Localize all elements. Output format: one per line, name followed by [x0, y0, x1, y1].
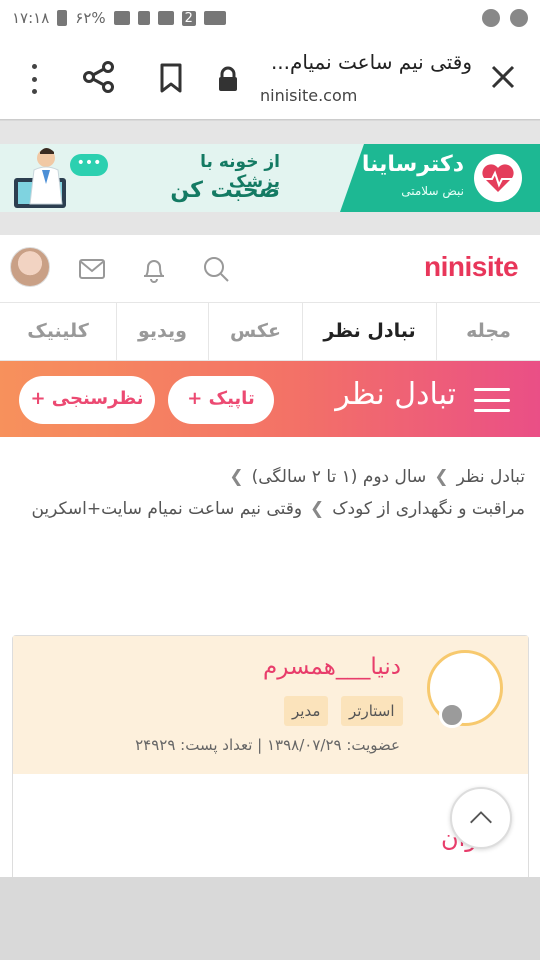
chevron-icon: ❯	[229, 467, 244, 487]
post-author-header: دنیا___همسرم استارتر مدیر عضویت: ۱۳۹۸/۰۷…	[13, 636, 528, 774]
web-page: ••• از خونه با پزشک صحبت کن دکترساینا نب…	[0, 121, 540, 877]
post-card: دنیا___همسرم استارتر مدیر عضویت: ۱۳۹۸/۰۷…	[12, 635, 529, 877]
new-poll-button[interactable]: نظرسنجی +	[19, 376, 155, 424]
battery-level: ۶۲%	[75, 9, 106, 27]
data-icon	[137, 11, 150, 25]
author-name[interactable]: دنیا___همسرم	[213, 654, 401, 680]
browser-toolbar: وقتی نیم ساعت نمیام... ninisite.com	[0, 36, 540, 120]
mute-icon	[203, 11, 226, 25]
bell-icon[interactable]	[140, 255, 168, 283]
battery-icon	[57, 10, 68, 26]
badge-starter: استارتر	[341, 696, 403, 726]
status-time: ۱۷:۱۸	[12, 9, 50, 27]
doctor-illustration-icon	[14, 148, 66, 208]
scroll-to-top-button[interactable]	[450, 787, 512, 849]
section-title: تبادل نظر	[335, 377, 456, 412]
sim-badge: 2	[181, 10, 196, 26]
breadcrumb-item[interactable]: مراقبت و نگهداری از کودک	[332, 499, 525, 519]
ad-cta-line2: صحبت کن	[170, 178, 280, 203]
chat-bubble-icon: •••	[70, 154, 108, 176]
signal-icon	[113, 11, 130, 25]
chevron-icon: ❯	[434, 467, 449, 487]
ad-brand: دکترساینا	[361, 152, 464, 177]
bookmark-icon[interactable]	[156, 62, 186, 94]
page-title[interactable]: وقتی نیم ساعت نمیام...	[258, 50, 472, 74]
search-icon[interactable]	[202, 255, 230, 283]
status-bar: ۱۷:۱۸ ۶۲% 2	[0, 0, 540, 36]
site-header: ninisite	[0, 235, 540, 303]
author-meta: عضویت: ۱۳۹۸/۰۷/۲۹ | تعداد پست: ۲۴۹۲۹	[135, 736, 400, 754]
share-icon[interactable]	[82, 60, 116, 94]
tab-clinic[interactable]: کلینیک	[0, 303, 116, 361]
tab-discussion[interactable]: تبادل نظر	[302, 303, 436, 361]
user-avatar[interactable]	[10, 247, 50, 287]
tab-magazine[interactable]: مجله	[436, 303, 540, 361]
mail-icon[interactable]	[78, 255, 106, 283]
signal-2-icon	[157, 11, 174, 25]
notification-icon	[482, 9, 500, 27]
overflow-menu-icon[interactable]	[22, 64, 46, 94]
close-icon[interactable]	[488, 62, 518, 92]
hamburger-menu-icon[interactable]	[474, 388, 510, 412]
chrome-icon	[510, 9, 528, 27]
status-dot-icon	[439, 702, 465, 728]
badge-moderator: مدیر	[284, 696, 329, 726]
section-header: تبادل نظر تاپیک + نظرسنجی +	[0, 361, 540, 437]
tab-photo[interactable]: عکس	[208, 303, 302, 361]
ad-brand-tagline: نبض سلامتی	[401, 184, 464, 198]
ad-spacer	[0, 121, 540, 144]
site-logo[interactable]: ninisite	[424, 251, 519, 283]
tab-video[interactable]: ویدیو	[116, 303, 208, 361]
breadcrumb-item[interactable]: سال دوم (۱ تا ۲ سالگی)	[252, 467, 427, 487]
bottom-blank-area	[0, 877, 540, 960]
heart-logo-icon	[474, 154, 522, 202]
breadcrumb: تبادل نظر ❯ سال دوم (۱ تا ۲ سالگی) ❯ مراقبت…	[20, 461, 525, 525]
page-domain[interactable]: ninisite.com	[260, 86, 357, 105]
ad-banner[interactable]: ••• از خونه با پزشک صحبت کن دکترساینا نب…	[0, 144, 540, 212]
ad-spacer-bottom	[0, 212, 540, 235]
breadcrumb-current: وقتی نیم ساعت نمیام سایت+اسکرین	[31, 499, 303, 519]
new-topic-button[interactable]: تاپیک +	[168, 376, 274, 424]
lock-icon[interactable]	[216, 66, 240, 92]
breadcrumb-item[interactable]: تبادل نظر	[457, 467, 525, 487]
chevron-icon: ❯	[310, 499, 325, 519]
main-tabs: مجله تبادل نظر عکس ویدیو کلینیک	[0, 303, 540, 361]
